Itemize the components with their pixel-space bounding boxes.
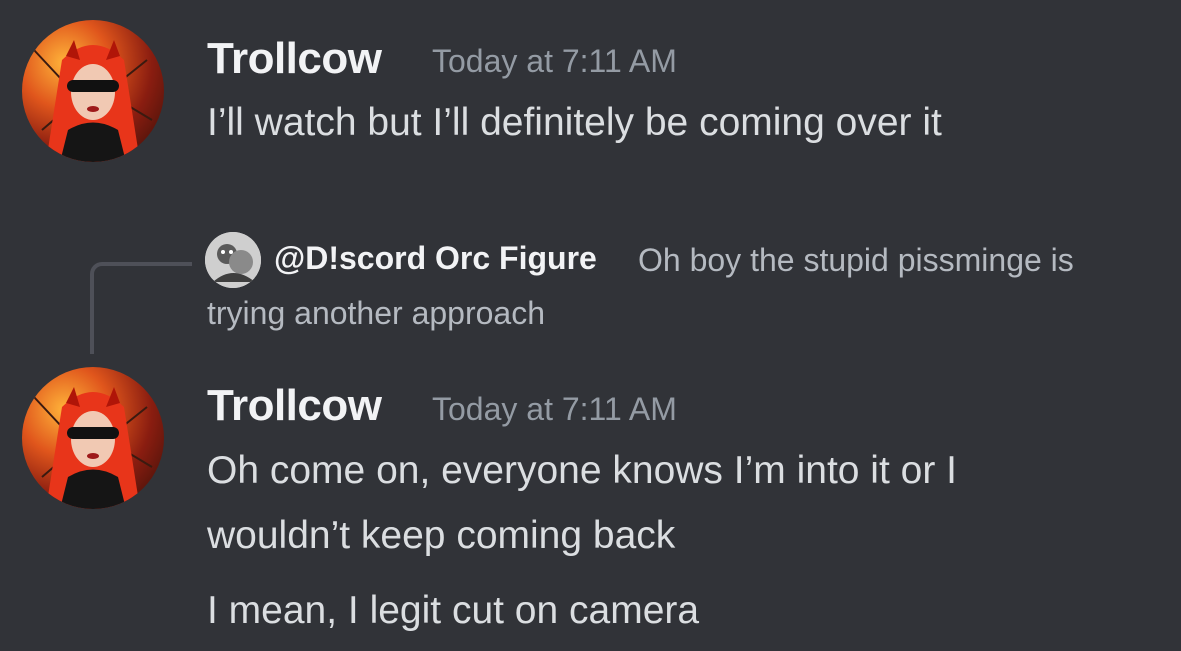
message-text: wouldn’t keep coming back — [207, 514, 676, 557]
message-author[interactable]: Trollcow — [207, 384, 382, 428]
reply-preview-text[interactable]: Oh boy the stupid pissminge is — [638, 244, 1074, 276]
message-timestamp[interactable]: Today at 7:11 AM — [432, 45, 677, 77]
message-text: Oh come on, everyone knows I’m into it o… — [207, 449, 957, 492]
message-text: I’ll watch but I’ll definitely be coming… — [207, 101, 942, 144]
user-avatar[interactable] — [22, 20, 164, 162]
reply-spine — [90, 262, 192, 354]
reply-author[interactable]: @D!scord Orc Figure — [274, 242, 597, 274]
message-author[interactable]: Trollcow — [207, 37, 382, 81]
reply-user-avatar[interactable] — [205, 232, 261, 288]
user-avatar[interactable] — [22, 367, 164, 509]
message-text: I mean, I legit cut on camera — [207, 589, 700, 632]
message-timestamp[interactable]: Today at 7:11 AM — [432, 393, 677, 425]
reply-preview-text[interactable]: trying another approach — [207, 297, 545, 329]
